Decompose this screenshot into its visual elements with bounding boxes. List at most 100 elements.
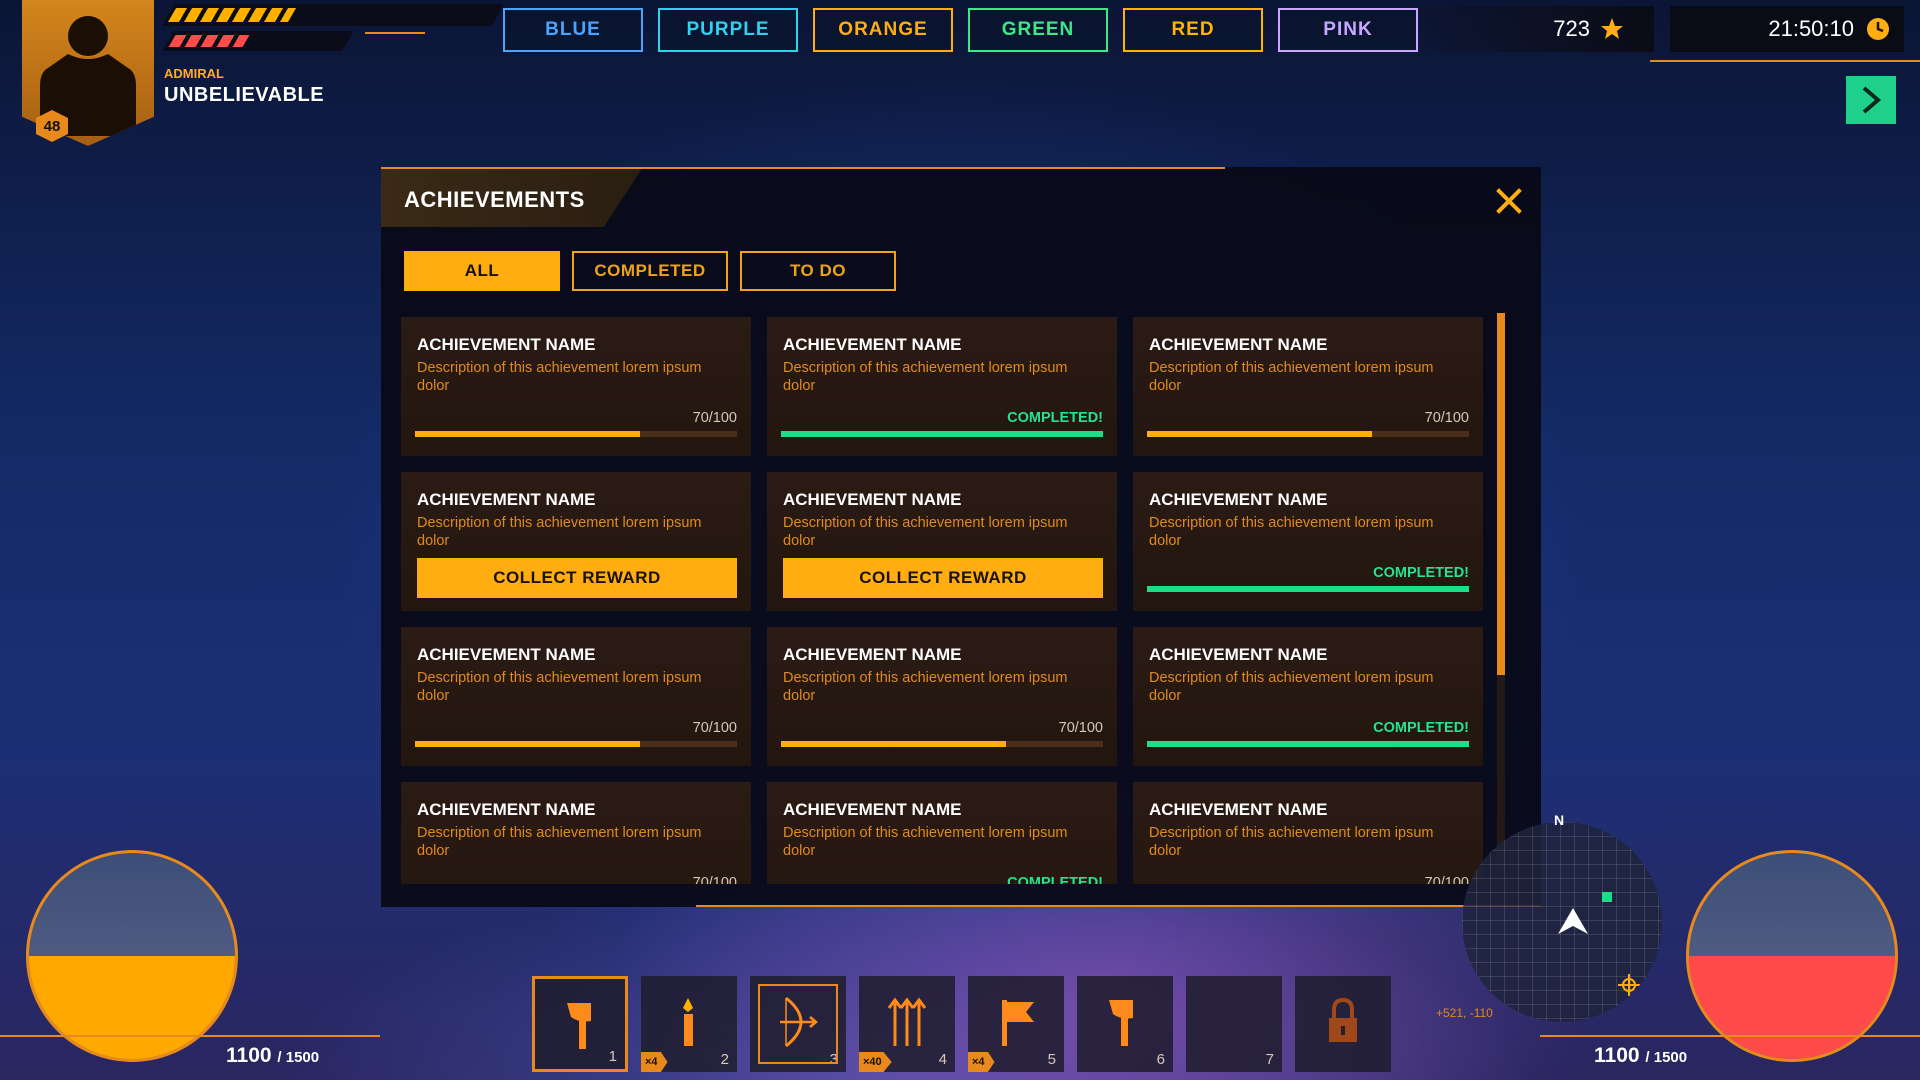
color-button-red[interactable]: RED — [1123, 8, 1263, 52]
filter-tab-completed[interactable]: COMPLETED — [572, 251, 728, 291]
player-name: UNBELIEVABLE — [164, 84, 325, 106]
achievement-description: Description of this achievement lorem ip… — [1149, 825, 1434, 859]
achievement-status: 70/100 — [692, 720, 737, 736]
achievement-card[interactable]: ACHIEVEMENT NAME Description of this achi… — [401, 782, 751, 884]
slot-number: 6 — [1156, 1051, 1165, 1068]
left-gauge-value: 1100 — [226, 1044, 272, 1067]
player-rank: ADMIRAL — [164, 66, 224, 81]
modal-accent-line — [381, 167, 1225, 169]
flag-icon — [1002, 1000, 1034, 1046]
left-resource-gauge — [26, 850, 238, 1062]
achievement-card[interactable]: ACHIEVEMENT NAME Description of this achi… — [767, 627, 1117, 766]
achievement-card[interactable]: ACHIEVEMENT NAME Description of this achi… — [1133, 472, 1483, 611]
crosshair-icon[interactable] — [1618, 974, 1640, 996]
filter-tab-all[interactable]: ALL — [404, 251, 560, 291]
clock-icon — [1867, 18, 1889, 40]
achievement-card[interactable]: ACHIEVEMENT NAME Description of this achi… — [1133, 627, 1483, 766]
hotbar-slot-6[interactable]: 6 — [1077, 976, 1173, 1072]
achievement-card[interactable]: ACHIEVEMENT NAME Description of this achi… — [1133, 782, 1483, 884]
hud-divider — [365, 32, 425, 34]
close-button[interactable] — [1489, 181, 1529, 221]
achievement-card[interactable]: ACHIEVEMENT NAME Description of this achi… — [767, 472, 1117, 611]
modal-title: ACHIEVEMENTS — [381, 167, 643, 227]
score-value: 723 — [1553, 16, 1590, 41]
slot-number: 1 — [608, 1048, 617, 1065]
achievement-card[interactable]: ACHIEVEMENT NAME Description of this achi… — [401, 317, 751, 456]
hud-divider — [1650, 60, 1920, 62]
achievement-name: ACHIEVEMENT NAME — [783, 800, 962, 819]
achievement-status: 70/100 — [692, 410, 737, 426]
color-button-pink[interactable]: PINK — [1278, 8, 1418, 52]
achievement-status: 70/100 — [692, 875, 737, 884]
progress-track — [781, 741, 1103, 747]
hud-divider — [1540, 1035, 1920, 1037]
hotbar-slot-7[interactable]: 7 — [1186, 976, 1282, 1072]
progress-track — [1147, 741, 1469, 747]
achievement-description: Description of this achievement lorem ip… — [417, 670, 702, 704]
progress-fill — [1147, 586, 1469, 592]
collect-reward-button[interactable]: COLLECT REWARD — [783, 558, 1103, 598]
hotbar-slot-1[interactable]: 1 — [532, 976, 628, 1072]
right-gauge-readout: 1100 / 1500 — [1594, 1044, 1687, 1068]
achievement-name: ACHIEVEMENT NAME — [1149, 490, 1328, 509]
progress-fill — [1147, 431, 1373, 437]
color-button-purple[interactable]: PURPLE — [658, 8, 798, 52]
achievement-name: ACHIEVEMENT NAME — [783, 335, 962, 354]
achievement-description: Description of this achievement lorem ip… — [1149, 515, 1434, 549]
achievement-status: COMPLETED! — [1007, 410, 1103, 426]
health-bar — [162, 31, 354, 51]
left-gauge-readout: 1100 / 1500 — [226, 1044, 319, 1068]
achievement-status: 70/100 — [1424, 410, 1469, 426]
modal-accent-line — [696, 905, 1541, 907]
progress-fill — [781, 431, 1103, 437]
progress-track — [415, 741, 737, 747]
next-button[interactable] — [1846, 76, 1896, 124]
hotbar-slot-3[interactable]: 3 — [750, 976, 846, 1072]
hotbar-slot-8[interactable] — [1295, 976, 1391, 1072]
right-resource-gauge — [1686, 850, 1898, 1062]
hotbar-slot-2[interactable]: 2 ×4 — [641, 976, 737, 1072]
filter-tab-to-do[interactable]: TO DO — [740, 251, 896, 291]
collect-reward-button[interactable]: COLLECT REWARD — [417, 558, 737, 598]
achievement-description: Description of this achievement lorem ip… — [417, 825, 702, 859]
achievement-name: ACHIEVEMENT NAME — [783, 490, 962, 509]
scrollbar-thumb[interactable] — [1497, 313, 1505, 675]
progress-fill — [781, 741, 1007, 747]
achievement-card[interactable]: ACHIEVEMENT NAME Description of this achi… — [401, 627, 751, 766]
chevron-right-icon — [1862, 86, 1882, 114]
left-gauge-max: / 1500 — [277, 1049, 320, 1066]
torch-icon — [683, 998, 693, 1046]
progress-fill — [415, 741, 641, 747]
achievement-name: ACHIEVEMENT NAME — [417, 800, 596, 819]
hotbar-slot-5[interactable]: 5 ×4 — [968, 976, 1064, 1072]
time-panel: 21:50:10 — [1670, 6, 1904, 52]
achievement-name: ACHIEVEMENT NAME — [417, 490, 596, 509]
star-icon — [1601, 18, 1623, 39]
close-icon — [1496, 188, 1522, 214]
item-count-badge: ×4 — [968, 1052, 995, 1072]
achievement-description: Description of this achievement lorem ip… — [783, 360, 1068, 394]
achievement-status: COMPLETED! — [1007, 875, 1103, 884]
achievement-card[interactable]: ACHIEVEMENT NAME Description of this achi… — [1133, 317, 1483, 456]
achievement-card[interactable]: ACHIEVEMENT NAME Description of this achi… — [767, 317, 1117, 456]
slot-number: 2 — [720, 1051, 729, 1068]
color-button-orange[interactable]: ORANGE — [813, 8, 953, 52]
gauge-fill — [29, 956, 235, 1059]
color-button-green[interactable]: GREEN — [968, 8, 1108, 52]
color-button-blue[interactable]: BLUE — [503, 8, 643, 52]
achievement-card[interactable]: ACHIEVEMENT NAME Description of this achi… — [401, 472, 751, 611]
progress-track — [781, 431, 1103, 437]
right-gauge-max: / 1500 — [1645, 1049, 1688, 1066]
achievement-grid: ACHIEVEMENT NAME Description of this achi… — [401, 317, 1501, 884]
achievement-name: ACHIEVEMENT NAME — [417, 645, 596, 664]
item-count-badge: ×40 — [859, 1052, 892, 1072]
hotbar-slot-4[interactable]: 4 ×40 — [859, 976, 955, 1072]
achievements-modal: ACHIEVEMENTS ALL COMPLETED TO DO ACHIEVEME… — [381, 167, 1541, 907]
achievement-name: ACHIEVEMENT NAME — [783, 645, 962, 664]
minimap-north-label: N — [1554, 812, 1565, 828]
progress-track — [1147, 431, 1469, 437]
minimap[interactable] — [1462, 822, 1662, 1022]
achievement-card[interactable]: ACHIEVEMENT NAME Description of this achi… — [767, 782, 1117, 884]
score-panel: 723 — [1420, 6, 1654, 52]
item-count-badge: ×4 — [641, 1052, 668, 1072]
